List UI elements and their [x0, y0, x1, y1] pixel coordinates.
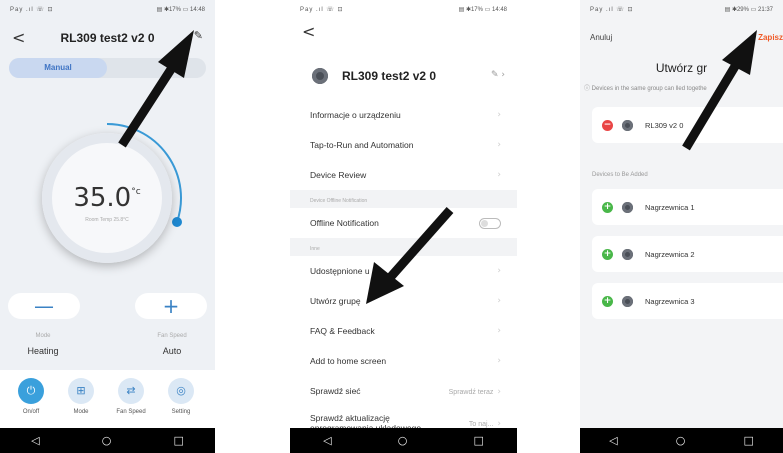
- arrow-to-edit-icon: [118, 30, 194, 148]
- annotation-arrows: [118, 30, 757, 304]
- arrow-to-create-group: [366, 207, 454, 304]
- arrow-to-save-button: [682, 30, 757, 151]
